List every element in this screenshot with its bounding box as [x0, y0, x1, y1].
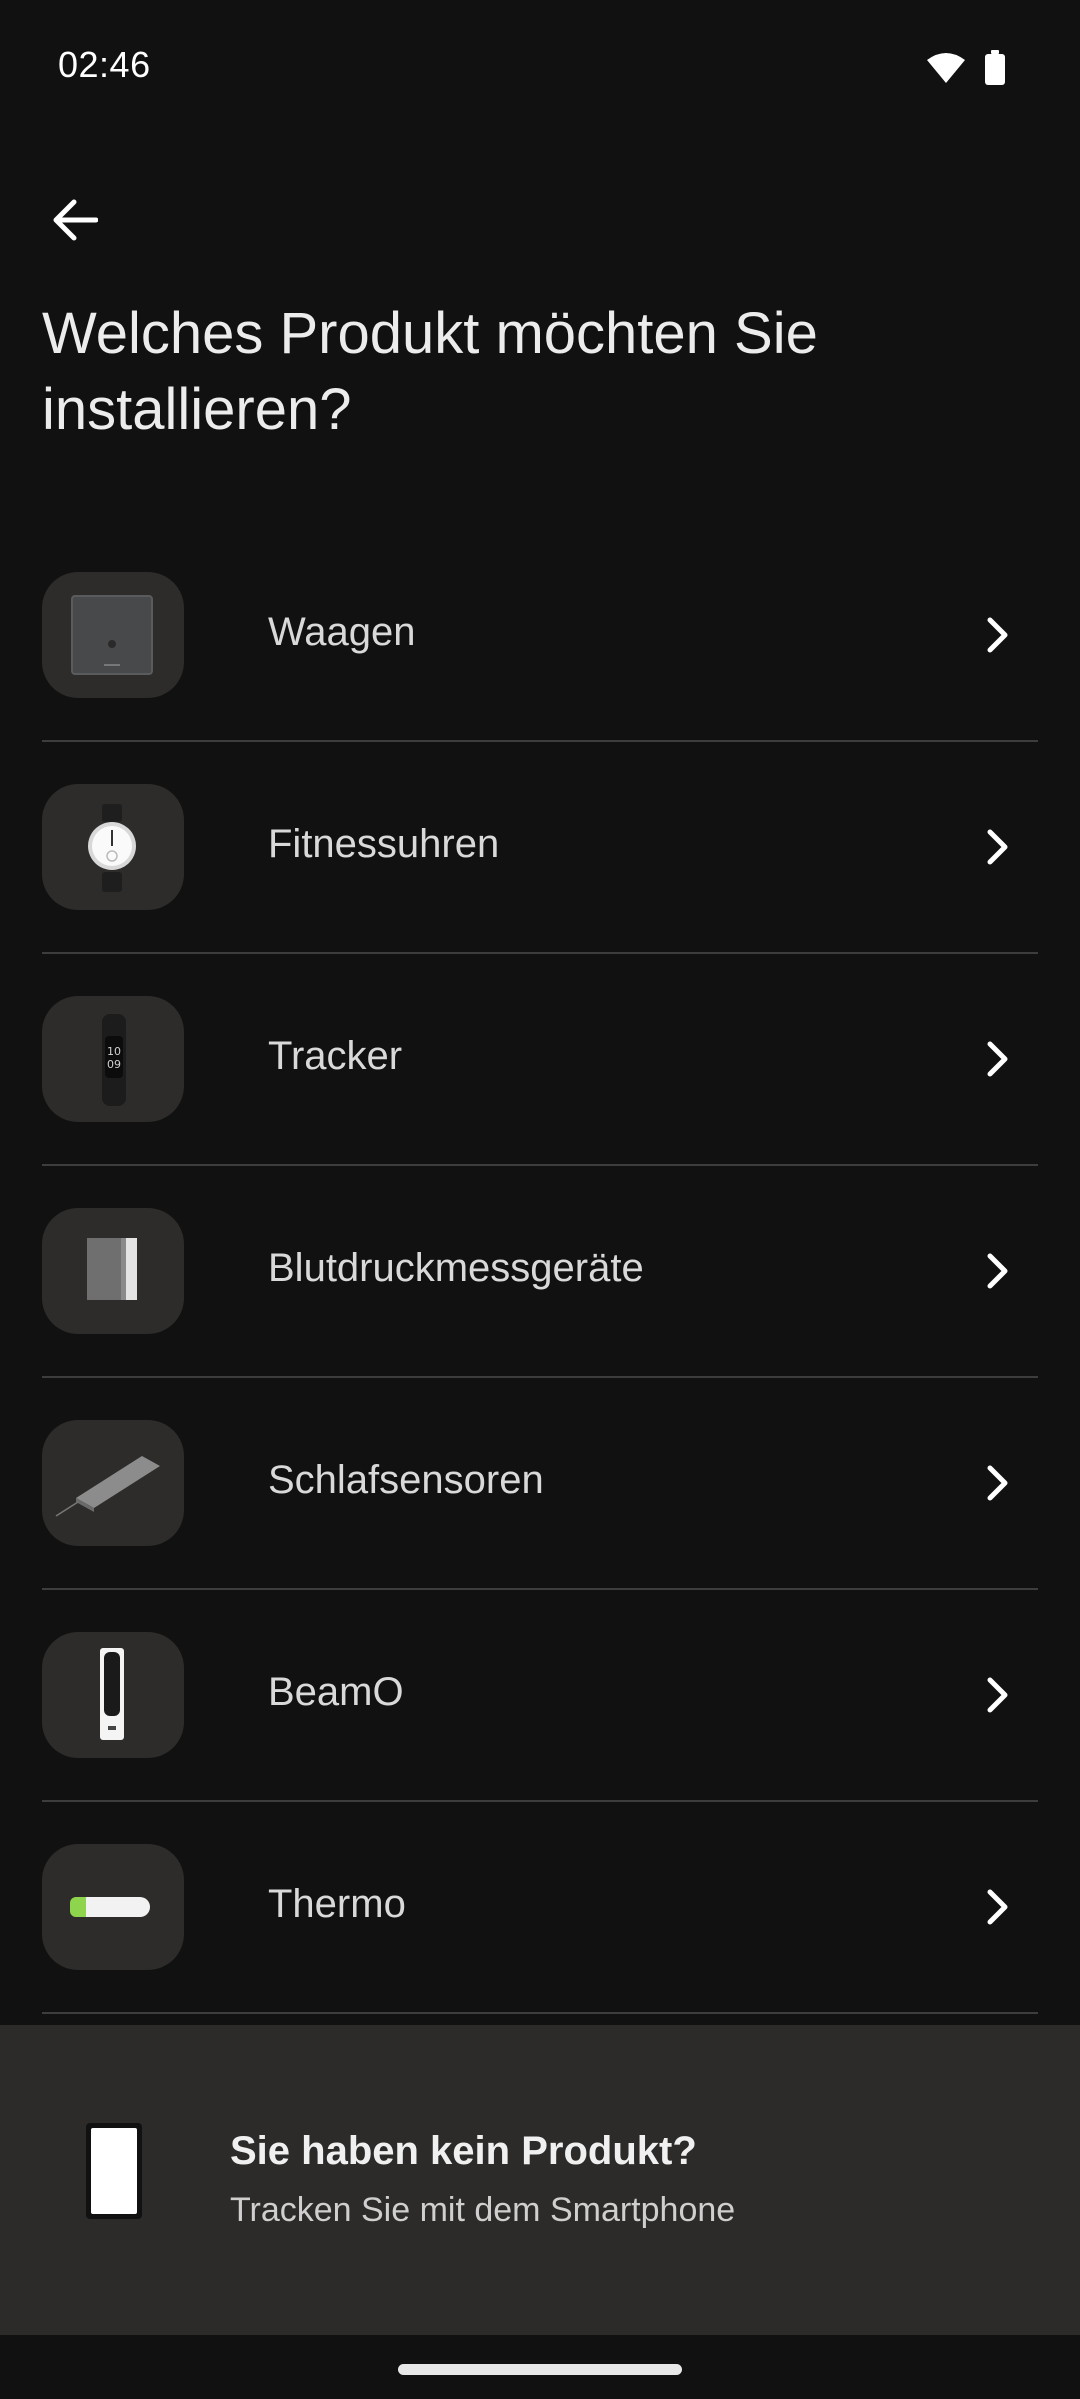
wifi-icon: [927, 53, 965, 83]
chevron-right-icon: [987, 1465, 1008, 1501]
no-product-title: Sie haben kein Produkt?: [230, 2129, 697, 2173]
product-item-thermo[interactable]: Thermo: [42, 1802, 1038, 2014]
product-item-beamo[interactable]: BeamO: [42, 1590, 1038, 1802]
smartphone-icon: [86, 2123, 142, 2219]
product-list: Waagen Fitnessuhren 10 09 Tracker Blutdr…: [42, 530, 1038, 2014]
sleep-sensor-icon: [42, 1420, 184, 1546]
product-item-tracker[interactable]: 10 09 Tracker: [42, 954, 1038, 1166]
chevron-right-icon: [987, 1677, 1008, 1713]
product-label: Fitnessuhren: [268, 822, 500, 866]
chevron-right-icon: [987, 1889, 1008, 1925]
status-icons: [926, 48, 1006, 88]
chevron-right-icon: [987, 1041, 1008, 1077]
no-product-card[interactable]: Sie haben kein Produkt? Tracken Sie mit …: [0, 2025, 1080, 2335]
blood-pressure-icon: [42, 1208, 184, 1334]
product-item-schlafsensoren[interactable]: Schlafsensoren: [42, 1378, 1038, 1590]
watch-icon: [42, 784, 184, 910]
product-item-blutdruckmessgeraete[interactable]: Blutdruckmessgeräte: [42, 1166, 1038, 1378]
battery-icon: [985, 50, 1005, 85]
product-label: BeamO: [268, 1670, 404, 1714]
page-title: Welches Produkt möchten Sie installieren…: [42, 301, 818, 442]
thermo-icon: [42, 1844, 184, 1970]
chevron-right-icon: [987, 829, 1008, 865]
product-label: Schlafsensoren: [268, 1458, 544, 1502]
product-label: Tracker: [268, 1034, 403, 1078]
product-label: Blutdruckmessgeräte: [268, 1246, 644, 1290]
product-item-waagen[interactable]: Waagen: [42, 530, 1038, 742]
beamo-icon: [42, 1632, 184, 1758]
chevron-right-icon: [987, 617, 1008, 653]
chevron-right-icon: [987, 1253, 1008, 1289]
scale-icon: [42, 572, 184, 698]
product-item-fitnessuhren[interactable]: Fitnessuhren: [42, 742, 1038, 954]
tracker-icon: 10 09: [42, 996, 184, 1122]
status-bar: 02:46: [0, 0, 1080, 130]
status-time: 02:46: [58, 44, 151, 85]
home-indicator[interactable]: [398, 2364, 682, 2375]
back-button[interactable]: [40, 180, 110, 260]
product-label: Waagen: [268, 610, 416, 654]
svg-text:09: 09: [107, 1058, 121, 1071]
no-product-subtitle: Tracken Sie mit dem Smartphone: [230, 2191, 736, 2229]
product-label: Thermo: [268, 1882, 406, 1926]
arrow-left-icon: [53, 199, 98, 241]
svg-text:10: 10: [107, 1045, 121, 1058]
